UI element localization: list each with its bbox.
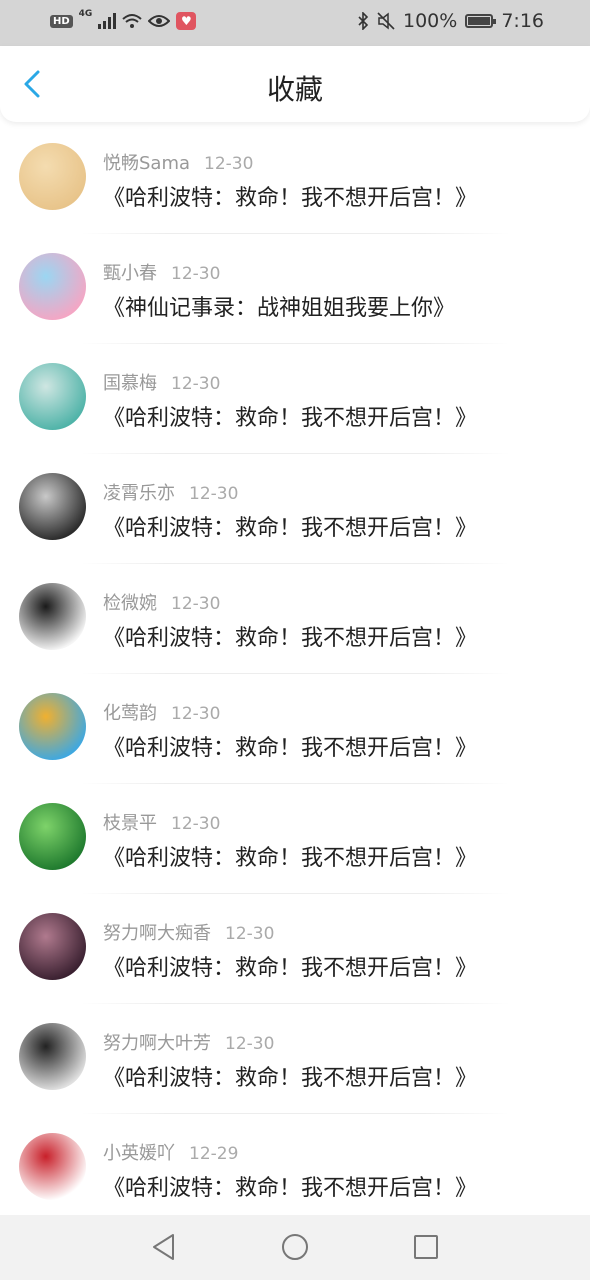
bluetooth-icon: [358, 12, 369, 30]
square-recents-icon: [414, 1235, 438, 1259]
favorite-title[interactable]: 《神仙记事录：战神姐姐我要上你》: [103, 290, 455, 322]
favorite-title[interactable]: 《哈利波特：救命！我不想开后宫！》: [103, 1060, 477, 1092]
app-heart-icon: ♥: [176, 12, 197, 30]
circle-home-icon: [282, 1234, 308, 1260]
nav-recents-button[interactable]: [409, 1230, 443, 1264]
favorite-title[interactable]: 《哈利波特：救命！我不想开后宫！》: [103, 510, 477, 542]
favorite-item[interactable]: 枝景平 12-30 《哈利波特：救命！我不想开后宫！》: [0, 784, 590, 894]
system-nav-bar: [0, 1215, 590, 1280]
item-meta: 小英媛吖 12-29: [103, 1139, 238, 1165]
status-bar: HD 4G ♥ 100% 7:16: [0, 0, 590, 46]
favorite-item[interactable]: 检微婉 12-30 《哈利波特：救命！我不想开后宫！》: [0, 564, 590, 674]
avatar[interactable]: [19, 363, 86, 430]
username: 检微婉: [103, 593, 157, 614]
avatar[interactable]: [19, 143, 86, 210]
username: 枝景平: [103, 813, 157, 834]
favorite-title[interactable]: 《哈利波特：救命！我不想开后宫！》: [103, 400, 477, 432]
date: 12-30: [171, 264, 221, 284]
battery-icon: [465, 14, 497, 28]
favorite-item[interactable]: 化莺韵 12-30 《哈利波特：救命！我不想开后宫！》: [0, 674, 590, 784]
favorite-item[interactable]: 国慕梅 12-30 《哈利波特：救命！我不想开后宫！》: [0, 344, 590, 454]
favorite-item[interactable]: 努力啊大痴香 12-30 《哈利波特：救命！我不想开后宫！》: [0, 894, 590, 1004]
favorite-item[interactable]: 甄小春 12-30 《神仙记事录：战神姐姐我要上你》: [0, 234, 590, 344]
avatar[interactable]: [19, 583, 86, 650]
top-app-bar: 收藏: [0, 46, 590, 122]
network-type: 4G: [78, 9, 93, 19]
username: 努力啊大叶芳: [103, 1033, 211, 1054]
status-right: 100% 7:16: [357, 10, 544, 32]
favorite-item[interactable]: 凌霄乐亦 12-30 《哈利波特：救命！我不想开后宫！》: [0, 454, 590, 564]
favorite-title[interactable]: 《哈利波特：救命！我不想开后宫！》: [103, 730, 477, 762]
item-meta: 努力啊大痴香 12-30: [103, 919, 274, 945]
clock: 7:16: [501, 10, 544, 32]
date: 12-30: [225, 924, 275, 944]
item-meta: 检微婉 12-30: [103, 589, 220, 615]
item-meta: 国慕梅 12-30: [103, 369, 220, 395]
item-meta: 甄小春 12-30: [103, 259, 220, 285]
date: 12-30: [171, 814, 221, 834]
hd-badge: HD: [50, 14, 73, 28]
favorites-list: 悦畅Sama 12-30 《哈利波特：救命！我不想开后宫！》 甄小春 12-30 《神仙记…: [0, 124, 590, 1224]
favorite-title[interactable]: 《哈利波特：救命！我不想开后宫！》: [103, 950, 477, 982]
item-meta: 努力啊大叶芳 12-30: [103, 1029, 274, 1055]
username: 悦畅Sama: [103, 153, 191, 174]
favorite-title[interactable]: 《哈利波特：救命！我不想开后宫！》: [103, 620, 477, 652]
username: 小英媛吖: [103, 1143, 175, 1164]
favorite-title[interactable]: 《哈利波特：救命！我不想开后宫！》: [103, 180, 477, 212]
wifi-icon: [122, 14, 142, 28]
page-title: 收藏: [266, 73, 323, 106]
avatar[interactable]: [19, 1133, 86, 1200]
favorite-title[interactable]: 《哈利波特：救命！我不想开后宫！》: [103, 1170, 477, 1202]
mute-icon: [377, 12, 395, 30]
item-meta: 悦畅Sama 12-30: [103, 149, 253, 175]
status-left: HD 4G ♥: [50, 9, 197, 30]
date: 12-30: [204, 154, 254, 174]
eye-icon: [148, 15, 171, 27]
item-meta: 化莺韵 12-30: [103, 699, 220, 725]
date: 12-30: [189, 484, 239, 504]
triangle-back-icon: [153, 1234, 174, 1260]
username: 甄小春: [103, 263, 157, 284]
date: 12-29: [189, 1144, 239, 1164]
avatar[interactable]: [19, 803, 86, 870]
item-meta: 凌霄乐亦 12-30: [103, 479, 238, 505]
date: 12-30: [171, 704, 221, 724]
nav-back-button[interactable]: [147, 1230, 181, 1264]
avatar[interactable]: [19, 253, 86, 320]
nav-home-button[interactable]: [278, 1230, 312, 1264]
date: 12-30: [171, 374, 221, 394]
avatar[interactable]: [19, 1023, 86, 1090]
avatar[interactable]: [19, 473, 86, 540]
favorite-item[interactable]: 努力啊大叶芳 12-30 《哈利波特：救命！我不想开后宫！》: [0, 1004, 590, 1114]
avatar[interactable]: [19, 693, 86, 760]
favorite-title[interactable]: 《哈利波特：救命！我不想开后宫！》: [103, 840, 477, 872]
username: 国慕梅: [103, 373, 157, 394]
username: 凌霄乐亦: [103, 483, 175, 504]
avatar[interactable]: [19, 913, 86, 980]
date: 12-30: [171, 594, 221, 614]
favorite-item[interactable]: 悦畅Sama 12-30 《哈利波特：救命！我不想开后宫！》: [0, 124, 590, 234]
battery-percent: 100%: [403, 10, 458, 32]
item-meta: 枝景平 12-30: [103, 809, 220, 835]
date: 12-30: [225, 1034, 275, 1054]
signal-icon: [98, 13, 117, 29]
favorite-item[interactable]: 小英媛吖 12-29 《哈利波特：救命！我不想开后宫！》: [0, 1114, 590, 1224]
username: 化莺韵: [103, 703, 157, 724]
username: 努力啊大痴香: [103, 923, 211, 944]
